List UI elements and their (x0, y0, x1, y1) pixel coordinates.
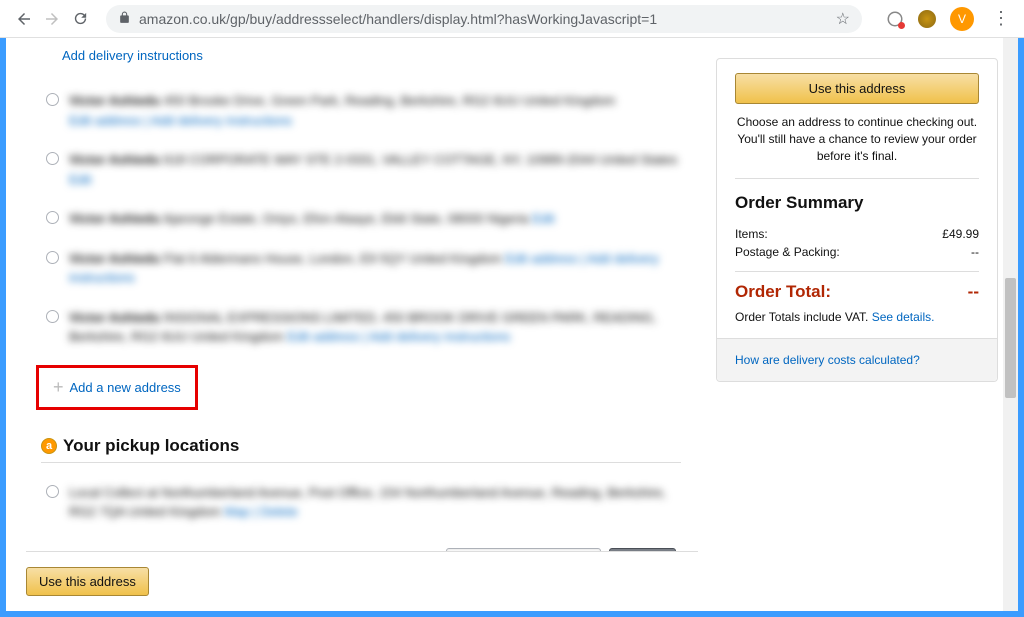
see-details-link[interactable]: See details. (872, 310, 935, 324)
scrollbar-thumb[interactable] (1005, 278, 1016, 398)
extension-icons: V ⋮ (886, 7, 1014, 31)
address-item[interactable]: Victor Ashiedu 450 Brooke Drive, Green P… (26, 85, 696, 144)
items-label: Items: (735, 227, 768, 241)
forward-button[interactable] (38, 5, 66, 33)
address-item[interactable]: Victor Ashiedu INSIGNAL EXPRESSIONS LIMI… (26, 302, 696, 361)
sidebar-note: Choose an address to continue checking o… (735, 114, 979, 164)
profile-avatar[interactable]: V (950, 7, 974, 31)
order-summary-title: Order Summary (735, 193, 979, 213)
postage-row: Postage & Packing: -- (735, 245, 979, 259)
items-value: £49.99 (942, 227, 979, 241)
address-item[interactable]: Victor Ashiedu 618 CORPORATE WAY STE 2-0… (26, 144, 696, 203)
vat-text: Order Totals include VAT. See details. (735, 310, 979, 324)
radio-icon[interactable] (46, 251, 59, 264)
amazon-badge-icon: a (41, 438, 57, 454)
add-new-address-label: Add a new address (70, 380, 181, 395)
pickup-location-item[interactable]: Local Collect at Northumberland Avenue, … (26, 473, 696, 536)
add-new-address-button[interactable]: + Add a new address (36, 365, 198, 410)
browser-toolbar: amazon.co.uk/gp/buy/addressselect/handle… (0, 0, 1024, 38)
postage-label: Postage & Packing: (735, 245, 840, 259)
use-this-address-button[interactable]: Use this address (26, 567, 149, 596)
reload-button[interactable] (66, 5, 94, 33)
back-button[interactable] (10, 5, 38, 33)
address-list-column: Add delivery instructions Victor Ashiedu… (26, 38, 716, 611)
radio-icon[interactable] (46, 485, 59, 498)
menu-button[interactable]: ⋮ (988, 8, 1014, 29)
bottom-actions: Use this address (26, 551, 698, 611)
postage-value: -- (971, 245, 979, 259)
lock-icon (118, 11, 131, 27)
order-total-label: Order Total: (735, 282, 831, 302)
plus-icon: + (53, 377, 64, 398)
pickup-header: a Your pickup locations (41, 436, 681, 463)
items-row: Items: £49.99 (735, 227, 979, 241)
page-content: Add delivery instructions Victor Ashiedu… (6, 38, 1018, 611)
order-total-value: -- (968, 282, 979, 302)
pickup-title: Your pickup locations (63, 436, 239, 456)
radio-icon[interactable] (46, 310, 59, 323)
use-this-address-button[interactable]: Use this address (735, 73, 979, 104)
address-item[interactable]: Victor Ashiedu Ajaronge Estate, Oniyo, E… (26, 203, 696, 243)
extension-2-icon[interactable] (918, 10, 936, 28)
order-total-row: Order Total: -- (735, 271, 979, 302)
url-bar[interactable]: amazon.co.uk/gp/buy/addressselect/handle… (106, 5, 862, 33)
url-text: amazon.co.uk/gp/buy/addressselect/handle… (139, 11, 836, 27)
order-summary-sidebar: Use this address Choose an address to co… (716, 38, 998, 611)
radio-icon[interactable] (46, 211, 59, 224)
extension-1-icon[interactable] (886, 10, 904, 28)
add-delivery-instructions-link[interactable]: Add delivery instructions (62, 48, 696, 63)
radio-icon[interactable] (46, 93, 59, 106)
star-icon[interactable]: ☆ (836, 9, 850, 29)
delivery-costs-link[interactable]: How are delivery costs calculated? (735, 353, 920, 367)
radio-icon[interactable] (46, 152, 59, 165)
address-item[interactable]: Victor Ashiedu Flat 6 Aldermans House, L… (26, 243, 696, 302)
scrollbar[interactable] (1003, 38, 1018, 611)
